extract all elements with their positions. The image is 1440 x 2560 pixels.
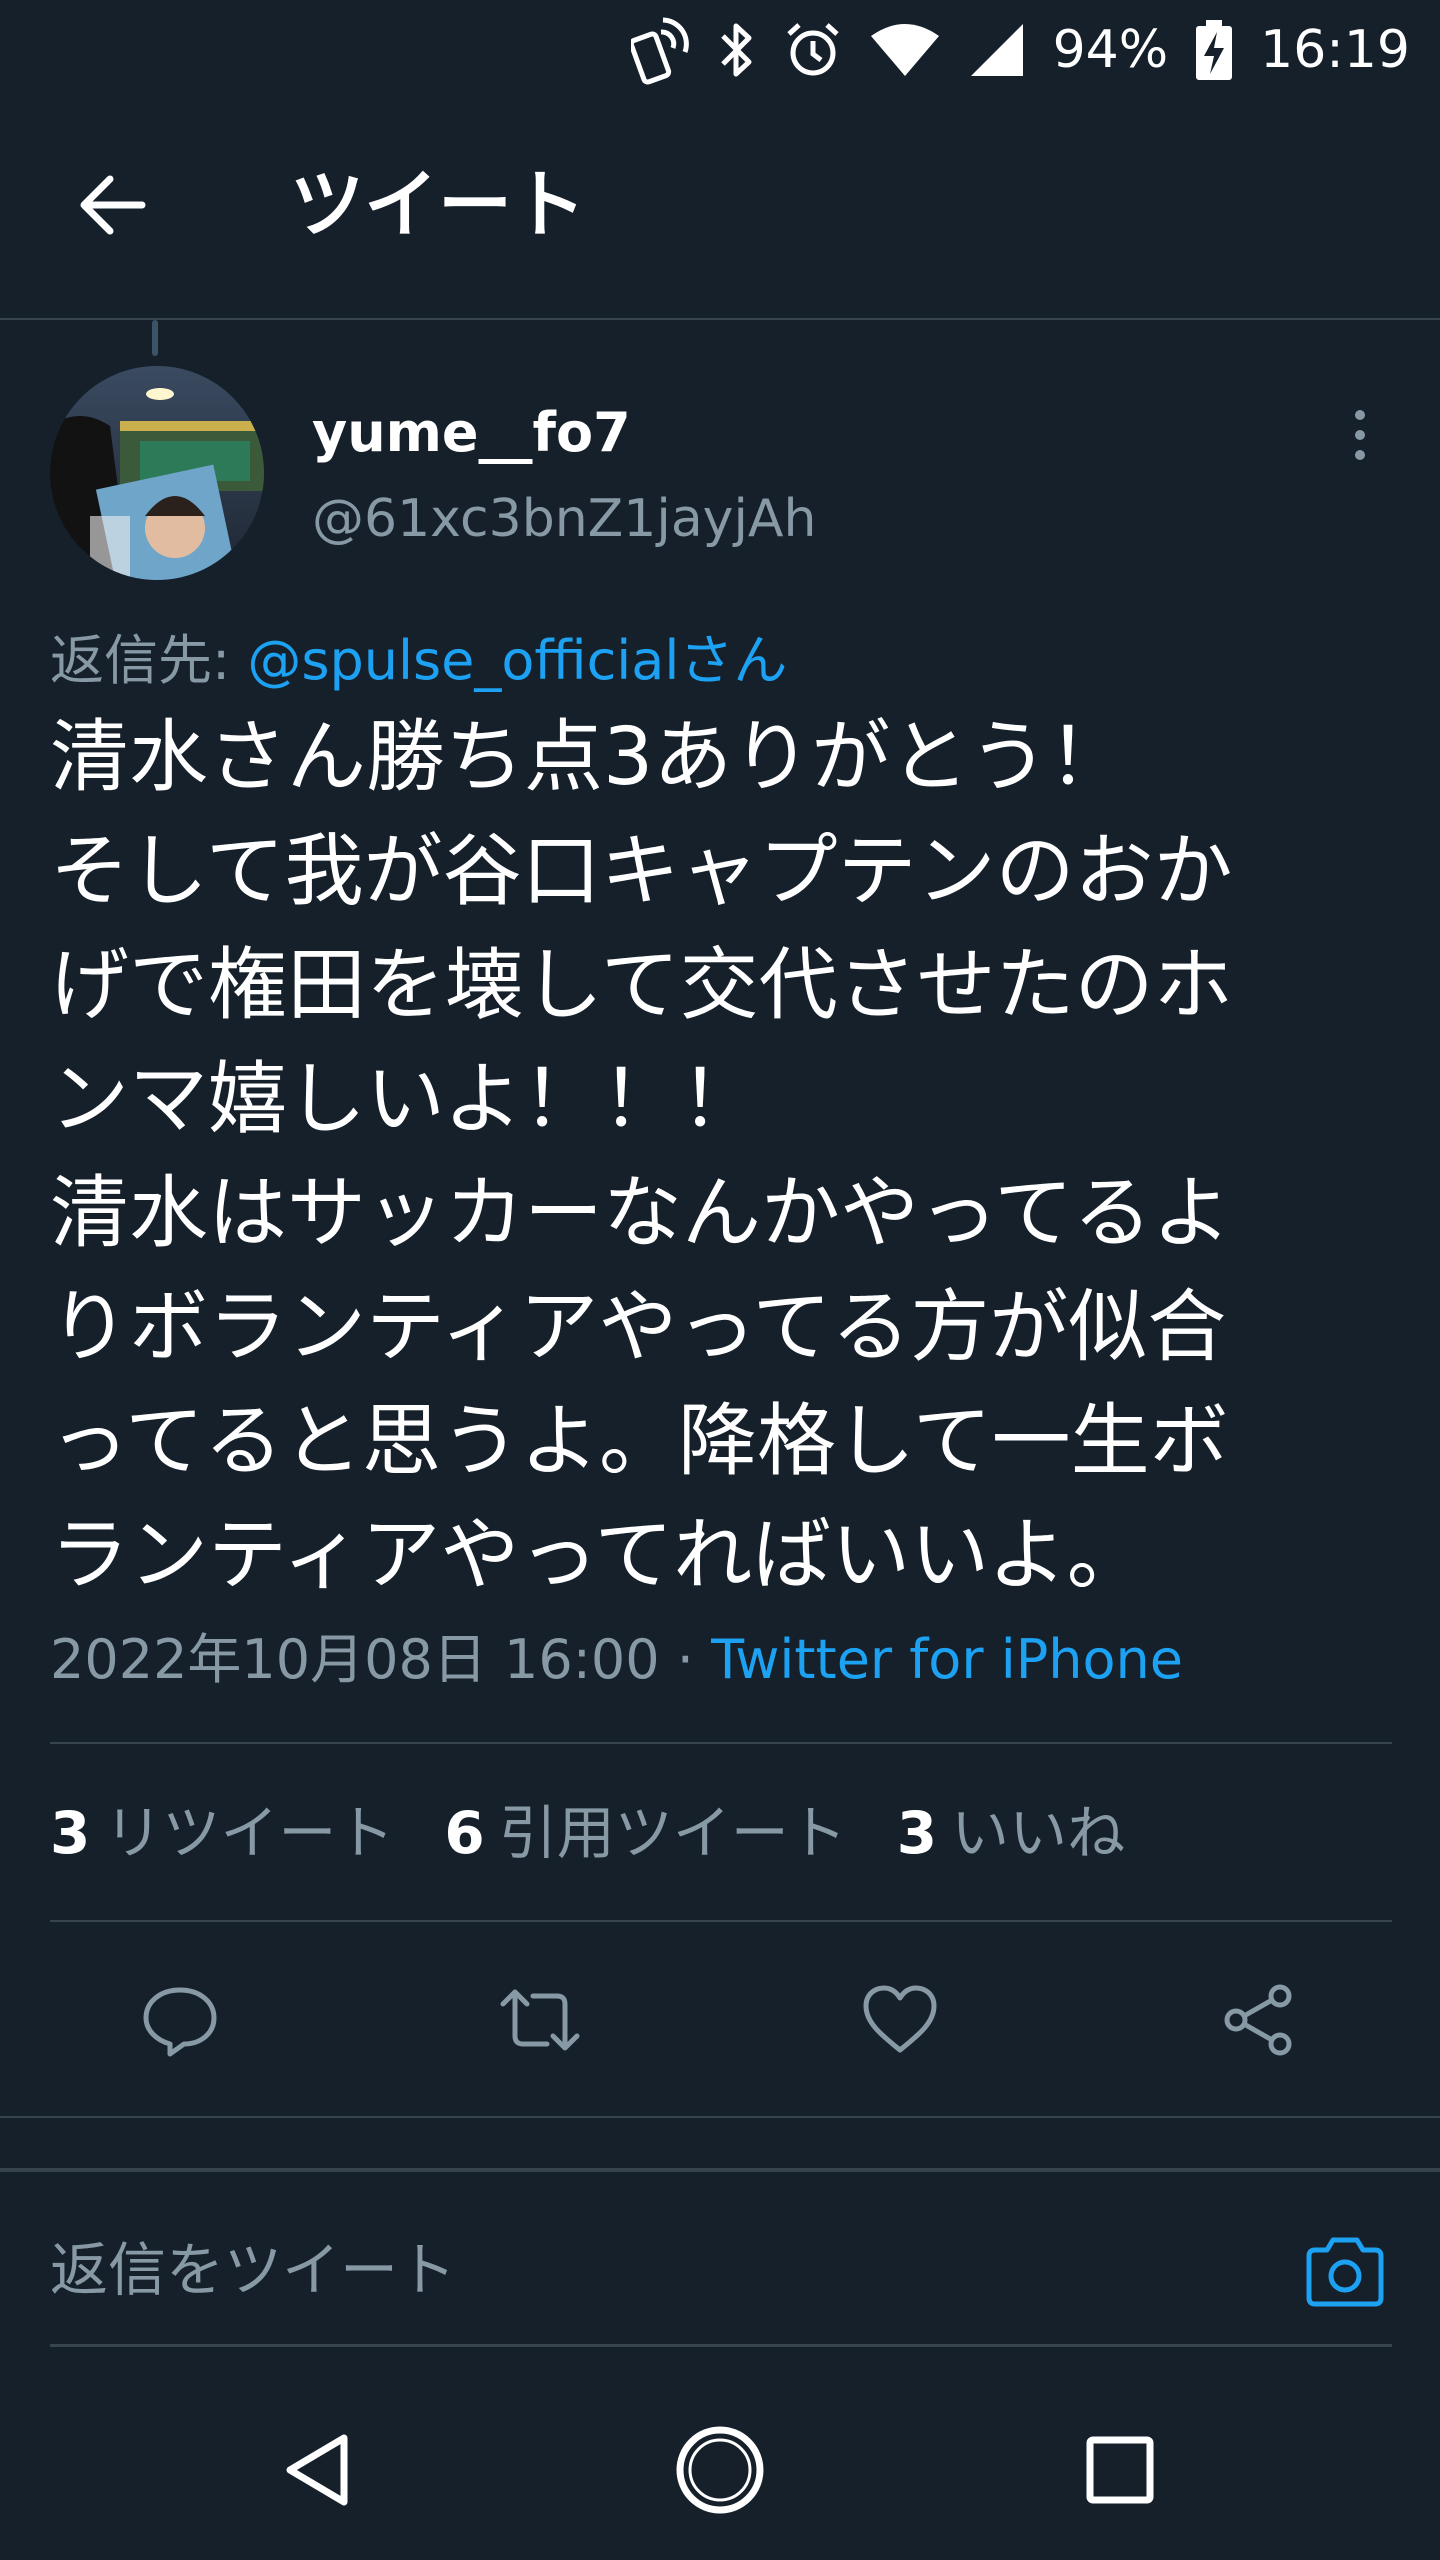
camera-button[interactable] (1295, 2222, 1395, 2322)
tweet-text-line: げで権田を壊して交代させたのホ (50, 939, 1233, 1031)
system-nav-bar (0, 2370, 1440, 2560)
recents-square-icon (1086, 2436, 1154, 2504)
nav-recents-button[interactable] (1060, 2410, 1180, 2530)
retweets-count: 3 (50, 1799, 91, 1867)
nav-back-button[interactable] (260, 2410, 380, 2530)
more-dot (1355, 410, 1365, 420)
like-icon (863, 1985, 937, 2053)
thread-line (152, 320, 158, 356)
retweets-stat[interactable]: 3 リツイート (50, 1793, 394, 1873)
retweet-icon (500, 1989, 580, 2051)
action-bar (0, 1930, 1440, 2106)
tweet-meta: 2022年10月08日 16:00 · Twitter for iPhone (50, 1625, 1183, 1695)
tweet-text-line: 清水はサッカーなんかやってるよ (50, 1167, 1232, 1259)
nav-home-button[interactable] (660, 2410, 780, 2530)
timestamp: 2022年10月08日 16:00 · (50, 1628, 712, 1691)
header (0, 100, 1440, 320)
tweet-text: 清水さん勝ち点3ありがとう！ そして我が谷口キャプテンのおか げで権田を壊して交… (50, 700, 1410, 1612)
share-icon (1224, 1984, 1292, 2056)
reply-icon (143, 1987, 217, 2057)
tweet-text-line: 清水さん勝ち点3ありがとう！ (50, 711, 1128, 803)
likes-stat[interactable]: 3 いいね (897, 1793, 1125, 1873)
wifi-icon (870, 24, 939, 76)
tweet-text-line: ってると思うよ。降格して一生ボ (50, 1395, 1229, 1487)
battery-charging-icon (1196, 20, 1233, 80)
like-button[interactable] (840, 1960, 960, 2080)
home-circle-icon (676, 2426, 764, 2514)
signal-icon (970, 24, 1023, 76)
quotes-stat[interactable]: 6 引用ツイート (444, 1793, 846, 1873)
arrow-left-icon (80, 175, 146, 235)
section-separator (0, 2116, 1440, 2172)
likes-label: いいね (951, 1799, 1126, 1867)
reply-to: 返信先: @spulse_officialさん (50, 626, 787, 696)
page-title: ツイート (290, 162, 586, 248)
likes-count: 3 (896, 1799, 938, 1867)
avatar[interactable] (50, 366, 264, 580)
reply-input[interactable]: 返信をツイート (50, 2220, 1250, 2320)
back-triangle-icon (286, 2434, 348, 2506)
more-dot (1355, 430, 1365, 440)
tweet-text-line: そして我が谷口キャプテンのおか (50, 825, 1233, 917)
quotes-count: 6 (444, 1799, 485, 1867)
share-button[interactable] (1200, 1960, 1320, 2080)
quotes-label: 引用ツイート (498, 1799, 847, 1867)
display-name[interactable]: yume__fo7 (312, 398, 631, 468)
user-handle[interactable]: @61xc3bnZ1jayjAh (312, 484, 816, 554)
more-dot (1355, 450, 1365, 460)
more-options-button[interactable] (1330, 395, 1390, 475)
tweet-text-line: りボランティアやってる方が似合 (50, 1281, 1227, 1373)
reply-input-underline (50, 2344, 1392, 2347)
divider (50, 1920, 1392, 1922)
battery-percent: 94% (1052, 20, 1169, 80)
alarm-icon (786, 23, 839, 76)
tweet-text-line: ンマ嬉しいよ！！！ (50, 1053, 760, 1145)
source-link[interactable]: Twitter for iPhone (711, 1628, 1183, 1691)
tweet-text-line: ランティアやってればいいよ。 (50, 1509, 1146, 1601)
back-button[interactable] (62, 155, 162, 255)
retweet-button[interactable] (480, 1960, 600, 2080)
status-bar: 94% 16:19 (0, 0, 1440, 100)
avatar-image (50, 366, 264, 580)
reply-to-mention[interactable]: @spulse_officialさん (247, 629, 787, 692)
clock: 16:19 (1260, 20, 1410, 80)
status-icons: 94% 16:19 (630, 14, 1410, 86)
reply-button[interactable] (120, 1960, 240, 2080)
tweet-stats: 3 リツイート 6 引用ツイート 3 いいね (50, 1793, 1125, 1873)
divider (50, 1742, 1392, 1744)
nfc-icon (630, 17, 689, 85)
bluetooth-icon (720, 23, 752, 77)
retweets-label: リツイート (104, 1799, 395, 1867)
camera-icon (1306, 2237, 1384, 2307)
reply-to-prefix: 返信先: (50, 629, 248, 692)
